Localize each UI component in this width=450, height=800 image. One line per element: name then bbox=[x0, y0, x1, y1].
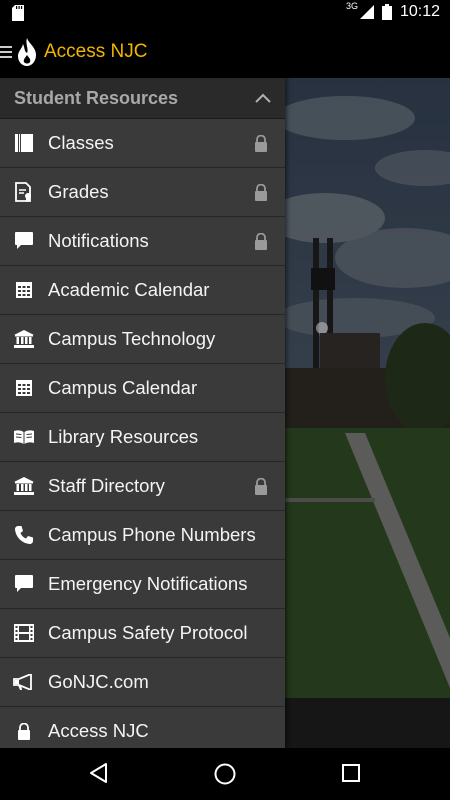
drawer-item-campus-safety-protocol[interactable]: Campus Safety Protocol bbox=[0, 609, 285, 658]
institution-icon bbox=[0, 477, 48, 495]
chevron-up-icon[interactable] bbox=[255, 93, 271, 103]
calendar-icon bbox=[0, 380, 48, 396]
drawer-item-label: Grades bbox=[48, 181, 109, 202]
drawer-item-campus-technology[interactable]: Campus Technology bbox=[0, 315, 285, 364]
drawer-item-notifications[interactable]: Notifications bbox=[0, 217, 285, 266]
drawer-item-gonjc[interactable]: GoNJC.com bbox=[0, 658, 285, 707]
chat-bubble-icon bbox=[0, 574, 48, 594]
signal-icon bbox=[359, 5, 374, 19]
drawer-item-label: Campus Calendar bbox=[48, 377, 198, 398]
drawer-item-label: Library Resources bbox=[48, 426, 199, 447]
app-bar: Access NJC bbox=[0, 28, 450, 78]
drawer-item-academic-calendar[interactable]: Academic Calendar bbox=[0, 266, 285, 315]
navigation-drawer: Student Resources Classes Grades Notific… bbox=[0, 78, 285, 748]
chat-bubble-icon bbox=[0, 231, 48, 251]
battery-icon bbox=[381, 4, 392, 20]
lock-icon bbox=[255, 135, 267, 152]
drawer-item-classes[interactable]: Classes bbox=[0, 119, 285, 168]
app-title: Access NJC bbox=[44, 41, 148, 62]
section-header-student-resources[interactable]: Student Resources bbox=[0, 78, 285, 119]
clock: 10:12 bbox=[399, 3, 440, 20]
open-book-icon bbox=[0, 429, 48, 445]
drawer-item-emergency-notifications[interactable]: Emergency Notifications bbox=[0, 560, 285, 609]
drawer-item-label: Academic Calendar bbox=[48, 279, 210, 300]
drawer-item-staff-directory[interactable]: Staff Directory bbox=[0, 462, 285, 511]
menu-icon[interactable] bbox=[0, 43, 12, 63]
institution-icon bbox=[0, 330, 48, 348]
calendar-icon bbox=[0, 282, 48, 298]
drawer-item-label: Classes bbox=[48, 132, 114, 153]
navigation-bar bbox=[0, 748, 450, 800]
drawer-item-grades[interactable]: Grades bbox=[0, 168, 285, 217]
lock-icon bbox=[255, 184, 267, 201]
drawer-item-campus-calendar[interactable]: Campus Calendar bbox=[0, 364, 285, 413]
grades-icon bbox=[0, 182, 48, 202]
recents-icon[interactable] bbox=[342, 764, 360, 782]
flame-logo bbox=[18, 38, 36, 66]
book-icon bbox=[0, 133, 48, 153]
back-icon[interactable] bbox=[88, 762, 108, 784]
drawer-item-label: Campus Safety Protocol bbox=[48, 622, 248, 643]
megaphone-icon bbox=[0, 674, 48, 690]
drawer-item-label: Access NJC bbox=[48, 720, 149, 741]
drawer-item-label: GoNJC.com bbox=[48, 671, 149, 692]
lock-icon bbox=[0, 722, 48, 740]
status-bar: 3G 10:12 bbox=[0, 0, 450, 28]
network-type: 3G bbox=[345, 1, 358, 11]
sd-card-icon bbox=[12, 5, 24, 21]
drawer-item-library-resources[interactable]: Library Resources bbox=[0, 413, 285, 462]
lock-icon bbox=[255, 233, 267, 250]
phone-icon bbox=[0, 525, 48, 545]
drawer-item-label: Notifications bbox=[48, 230, 149, 251]
drawer-item-label: Campus Technology bbox=[48, 328, 216, 349]
film-icon bbox=[0, 624, 48, 642]
drawer-item-campus-phone-numbers[interactable]: Campus Phone Numbers bbox=[0, 511, 285, 560]
drawer-item-label: Campus Phone Numbers bbox=[48, 524, 256, 545]
drawer-item-label: Staff Directory bbox=[48, 475, 165, 496]
drawer-item-label: Emergency Notifications bbox=[48, 573, 248, 594]
background-photo bbox=[285, 78, 450, 748]
section-title: Student Resources bbox=[14, 87, 179, 108]
lock-icon bbox=[255, 478, 267, 495]
home-icon[interactable] bbox=[213, 762, 237, 786]
drawer-item-access-njc[interactable]: Access NJC bbox=[0, 707, 285, 748]
